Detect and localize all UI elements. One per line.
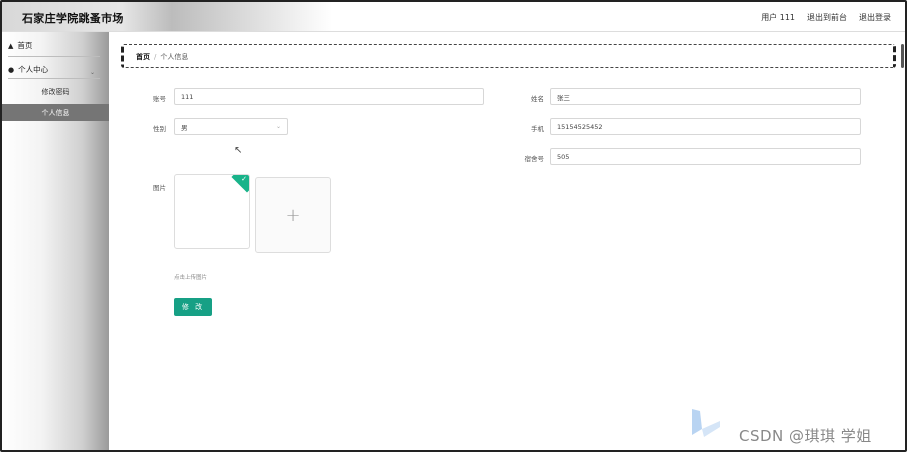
scrollbar[interactable] — [901, 44, 904, 68]
submit-edit-button[interactable]: 修 改 — [174, 298, 212, 316]
gender-value: 男 — [181, 123, 188, 132]
sidebar: ▲ 首页 ● 个人中心 ⌄ 修改密码 个人信息 — [2, 32, 109, 450]
breadcrumb: 首页 / 个人信息 — [121, 44, 896, 68]
home-icon: ▲ — [8, 41, 14, 50]
account-value: 111 — [181, 92, 194, 101]
upload-add-button[interactable]: + — [255, 177, 331, 253]
dorm-field[interactable]: 505 — [550, 148, 861, 165]
sidebar-item-home[interactable]: ▲ 首页 — [8, 40, 32, 51]
app-title: 石家庄学院跳蚤市场 — [22, 12, 124, 25]
image-label: 图片 — [153, 184, 166, 192]
breadcrumb-home[interactable]: 首页 — [136, 53, 150, 61]
phone-value: 15154525452 — [557, 122, 603, 131]
phone-label: 手机 — [531, 125, 544, 133]
sidebar-item-label: 个人中心 — [18, 65, 49, 74]
dorm-value: 505 — [557, 152, 570, 161]
dorm-label: 宿舍号 — [524, 155, 545, 163]
csdn-logo-icon — [692, 409, 720, 437]
back-to-frontend-link[interactable]: 退出到前台 — [807, 12, 847, 23]
name-label: 姓名 — [531, 95, 544, 103]
name-value: 张三 — [557, 93, 570, 102]
top-header: 石家庄学院跳蚤市场 用户 111 退出到前台 退出登录 — [2, 2, 905, 32]
check-icon: ✓ — [241, 175, 247, 183]
upload-hint: 点击上传图片 — [174, 275, 208, 281]
chevron-down-icon: ⌄ — [275, 123, 281, 130]
mouse-cursor-icon: ↖ — [234, 145, 243, 156]
account-label: 账号 — [153, 95, 166, 103]
breadcrumb-current: 个人信息 — [160, 53, 189, 61]
gender-label: 性别 — [153, 125, 166, 133]
user-label: 用户 111 — [761, 13, 795, 22]
account-field[interactable]: 111 — [174, 88, 484, 105]
header-actions: 用户 111 退出到前台 退出登录 — [761, 12, 891, 23]
sidebar-item-change-password[interactable]: 修改密码 — [2, 83, 109, 100]
app-window: 石家庄学院跳蚤市场 用户 111 退出到前台 退出登录 ▲ 首页 ● 个人中心 … — [0, 0, 907, 452]
name-field[interactable]: 张三 — [550, 88, 861, 105]
sidebar-divider — [8, 56, 100, 57]
logout-link[interactable]: 退出登录 — [859, 12, 891, 23]
chevron-down-icon: ⌄ — [90, 69, 96, 76]
watermark-text: CSDN @琪琪 学姐 — [739, 427, 872, 445]
sidebar-item-label: 首页 — [17, 41, 33, 50]
uploaded-image-thumbnail[interactable]: ✓ — [174, 174, 250, 249]
breadcrumb-separator: / — [154, 53, 157, 61]
gender-select[interactable]: 男 ⌄ — [174, 118, 288, 135]
phone-field[interactable]: 15154525452 — [550, 118, 861, 135]
sidebar-item-personal-center[interactable]: ● 个人中心 — [8, 64, 48, 75]
sidebar-divider — [8, 78, 100, 79]
user-icon: ● — [8, 65, 15, 74]
sidebar-item-personal-info[interactable]: 个人信息 — [2, 104, 109, 121]
